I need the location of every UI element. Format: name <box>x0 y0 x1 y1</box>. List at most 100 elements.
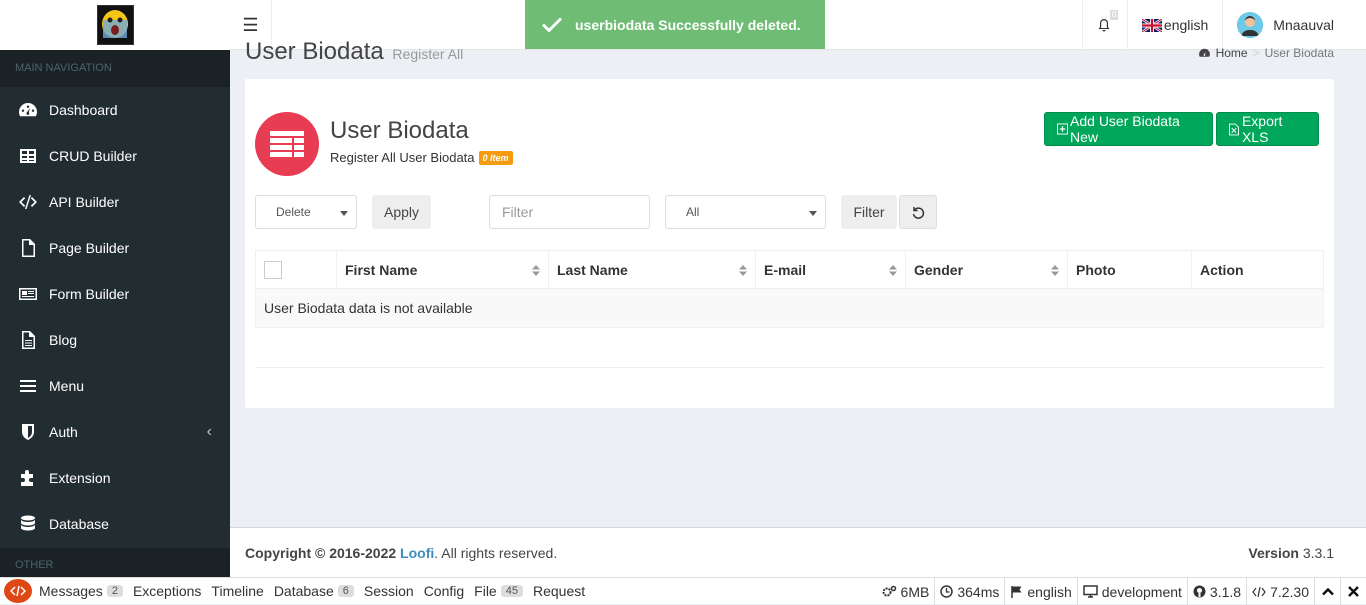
tab-label: Messages <box>39 583 103 599</box>
sidebar-item-form-builder[interactable]: Form Builder <box>0 271 230 317</box>
bars-icon <box>20 380 36 392</box>
debug-tab-session[interactable]: Session <box>359 583 419 599</box>
debug-tab-database[interactable]: Database 6 <box>269 583 359 599</box>
file-excel-icon <box>1229 123 1239 135</box>
cogs-icon <box>882 585 896 597</box>
tab-label: Exceptions <box>132 583 202 599</box>
debug-toolbar: Messages 2 Exceptions Timeline Database 6 … <box>0 577 1366 605</box>
ci-version-value: 3.1.8 <box>1209 583 1242 600</box>
data-table: First Name Last Name E-mail Gender Photo… <box>255 250 1324 328</box>
table-icon <box>20 149 36 163</box>
sidebar-item-crud-builder[interactable]: CRUD Builder <box>0 133 230 179</box>
select-all-checkbox[interactable] <box>264 260 282 279</box>
app-logo[interactable] <box>0 0 230 50</box>
debug-tab-exceptions[interactable]: Exceptions <box>128 583 206 599</box>
desktop-icon <box>1083 585 1098 598</box>
add-user-biodata-button[interactable]: Add User Biodata New <box>1044 112 1213 146</box>
copyright: Copyright © 2016-2022 Loofi. All rights … <box>245 545 557 561</box>
brand-link[interactable]: Loofi <box>400 545 434 561</box>
undo-icon <box>912 207 925 219</box>
breadcrumb: Home > User Biodata <box>1198 46 1334 60</box>
caret-down-icon <box>340 211 348 216</box>
field-select[interactable]: All <box>665 195 826 229</box>
debug-tab-timeline[interactable]: Timeline <box>206 583 268 599</box>
sidebar-item-api-builder[interactable]: API Builder <box>0 179 230 225</box>
sidebar-header: MAIN NAVIGATION <box>0 50 230 87</box>
newspaper-icon <box>19 288 37 300</box>
document-icon <box>22 331 35 349</box>
dashboard-icon <box>19 103 37 117</box>
php-version-value: 7.2.30 <box>1270 583 1309 600</box>
sidebar-item-blog[interactable]: Blog <box>0 317 230 363</box>
language-dropdown[interactable]: english <box>1126 0 1222 50</box>
version-label: Version <box>1248 545 1299 561</box>
debug-tab-request[interactable]: Request <box>528 583 590 599</box>
sidebar-item-label: API Builder <box>49 194 120 210</box>
column-label: Last Name <box>557 261 628 278</box>
select-all-cell <box>256 251 337 288</box>
tab-label: File <box>474 583 497 599</box>
sort-icon <box>739 265 747 276</box>
box-subtitle-text: Register All User Biodata <box>330 150 475 165</box>
tab-label: Config <box>423 583 465 599</box>
apply-button[interactable]: Apply <box>372 195 431 229</box>
tab-label: Request <box>532 583 586 599</box>
tab-count: 2 <box>106 585 123 597</box>
tab-label: Session <box>363 583 414 599</box>
tab-label: Database <box>273 583 334 599</box>
breadcrumb-home-link[interactable]: Home <box>1216 46 1248 60</box>
sidebar-item-page-builder[interactable]: Page Builder <box>0 225 230 271</box>
tab-count: 6 <box>337 585 354 597</box>
sort-icon <box>532 265 540 276</box>
version-number: 3.3.1 <box>1302 545 1334 561</box>
user-menu[interactable]: Mnaauval <box>1222 0 1366 50</box>
sidebar-item-extension[interactable]: Extension <box>0 455 230 501</box>
bulk-action-select[interactable]: Delete <box>255 195 357 229</box>
success-toast[interactable]: userbiodata Successfully deleted. <box>525 0 825 49</box>
filter-input[interactable]: Filter <box>489 195 650 229</box>
sidebar-item-auth[interactable]: Auth ‹ <box>0 409 230 455</box>
content-box: User Biodata Register All User Biodata 0… <box>245 79 1334 408</box>
notifications-button[interactable]: 0 <box>1081 0 1127 50</box>
puzzle-icon <box>21 470 33 486</box>
chevron-left-icon[interactable]: ‹ <box>207 423 212 441</box>
sidebar-item-database[interactable]: Database <box>0 501 230 547</box>
collapse-debugbar-button[interactable] <box>1314 578 1340 605</box>
column-last-name[interactable]: Last Name <box>549 251 756 288</box>
column-gender[interactable]: Gender <box>906 251 1068 288</box>
environment-info: development <box>1076 578 1187 605</box>
code-icon <box>1252 586 1266 597</box>
page-title-text: User Biodata <box>245 38 384 65</box>
environment-value: development <box>1101 583 1182 600</box>
duration-value: 364ms <box>957 583 1000 600</box>
version-info: Version 3.3.1 <box>1248 545 1334 561</box>
item-count-badge: 0 Item <box>478 150 513 165</box>
database-icon <box>21 515 35 531</box>
locale-value: english <box>1027 583 1072 600</box>
debug-tab-messages[interactable]: Messages 2 <box>34 583 128 599</box>
column-first-name[interactable]: First Name <box>337 251 549 288</box>
breadcrumb-separator: > <box>1252 46 1260 60</box>
debugbar-logo-icon[interactable] <box>4 579 32 603</box>
export-xls-button[interactable]: Export XLS <box>1216 112 1319 146</box>
apply-button-label: Apply <box>383 204 420 220</box>
sidebar-item-menu[interactable]: Menu <box>0 363 230 409</box>
close-debugbar-button[interactable] <box>1340 578 1366 605</box>
debug-tab-file[interactable]: File 45 <box>469 583 528 599</box>
dashboard-icon <box>1198 48 1210 57</box>
reset-filter-button[interactable] <box>899 195 937 229</box>
sidebar-item-dashboard[interactable]: Dashboard <box>0 87 230 133</box>
sidebar-item-label: Form Builder <box>49 286 130 302</box>
memory-usage: 6MB <box>877 578 935 605</box>
filter-button[interactable]: Filter <box>841 195 897 229</box>
debug-tab-config[interactable]: Config <box>419 583 469 599</box>
column-email[interactable]: E-mail <box>756 251 906 288</box>
page-subtitle: Register All <box>392 46 464 62</box>
field-select-value: All <box>686 205 700 219</box>
request-duration: 364ms <box>934 578 1004 605</box>
shield-icon <box>22 424 34 440</box>
column-label: E-mail <box>764 261 807 278</box>
sidebar: MAIN NAVIGATION Dashboard CRUD Builder A… <box>0 50 230 577</box>
uk-flag-icon <box>1141 18 1162 32</box>
sidebar-item-label: Dashboard <box>49 102 118 118</box>
